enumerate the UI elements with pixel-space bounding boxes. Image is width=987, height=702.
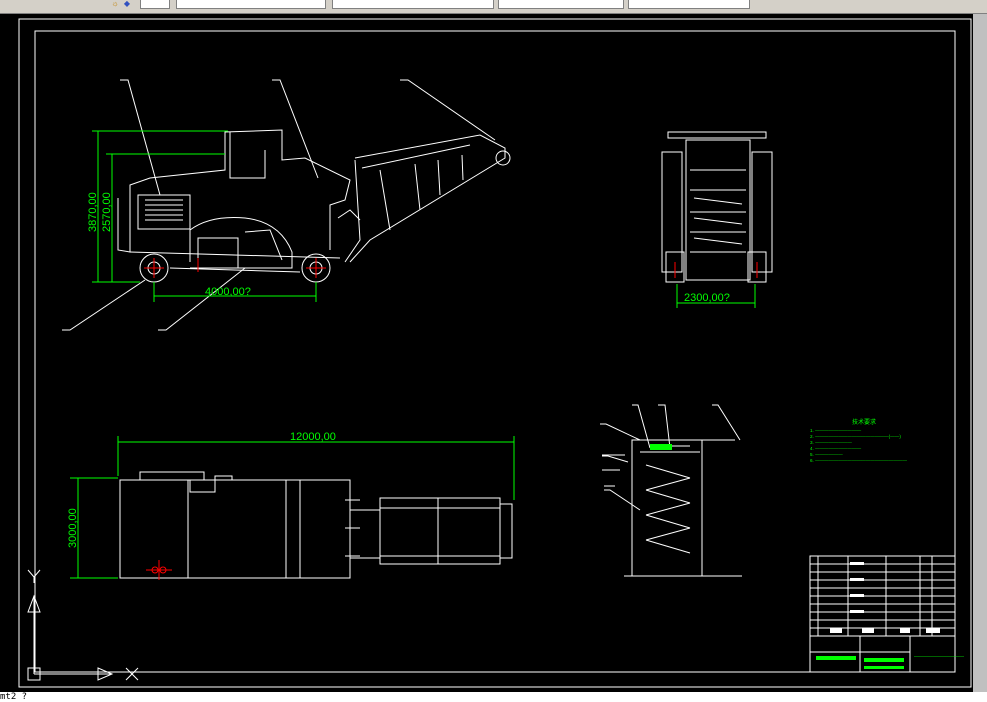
notes-title: 技术要求 xyxy=(852,418,876,426)
linetype-dropdown[interactable] xyxy=(498,0,624,9)
layer-dropdown[interactable] xyxy=(176,0,326,9)
title-block-fill xyxy=(830,562,940,633)
note-line: 5. —————— xyxy=(810,452,843,457)
note-line: 1. —————————— xyxy=(810,428,861,433)
layer-icon[interactable]: ☼ xyxy=(110,0,120,8)
dim-track-width: 2300,00? xyxy=(684,292,730,304)
top-view xyxy=(119,471,513,579)
top-view-center-marks xyxy=(146,560,172,580)
note-line: 4. —————————— xyxy=(810,446,861,451)
drawing-canvas[interactable]: 3870,00 2570,00 4000,00? 2300,00? 12000,… xyxy=(0,14,987,692)
vertical-scrollbar[interactable] xyxy=(973,14,987,692)
note-line: 3. ———————— xyxy=(810,440,852,445)
rotor-section-leaders xyxy=(600,404,741,511)
side-view xyxy=(117,129,511,273)
color-dropdown[interactable] xyxy=(332,0,494,9)
toolbar: ☼ ◆ xyxy=(0,0,987,14)
top-view-dimensions xyxy=(70,436,515,579)
rotor-section-highlights xyxy=(650,444,672,450)
note-line: 6. ———————————————————— xyxy=(810,458,907,463)
lineweight-dropdown[interactable] xyxy=(628,0,750,9)
ucs-icon[interactable] xyxy=(27,569,139,681)
front-view-center-marks xyxy=(674,262,758,278)
note-line: 2. ————————————————(——) xyxy=(810,434,901,439)
shield-icon[interactable]: ◆ xyxy=(122,0,132,8)
dim-width: 3000,00 xyxy=(67,508,79,548)
dim-length: 12000,00 xyxy=(290,431,336,443)
dim-height-total: 3870,00 xyxy=(87,192,99,232)
toolbar-field-1[interactable] xyxy=(140,0,170,9)
front-view xyxy=(661,131,773,283)
drawing-frame xyxy=(18,18,972,688)
technical-notes: 1. —————————— 2. ————————————————(——) 3.… xyxy=(810,428,907,463)
title-block-name: —————————— xyxy=(914,654,964,660)
command-line[interactable]: mt2 ? xyxy=(0,692,987,702)
dim-wheelbase: 4000,00? xyxy=(205,286,251,298)
side-view-leaders xyxy=(62,79,496,331)
dim-height-body: 2570,00 xyxy=(101,192,113,232)
